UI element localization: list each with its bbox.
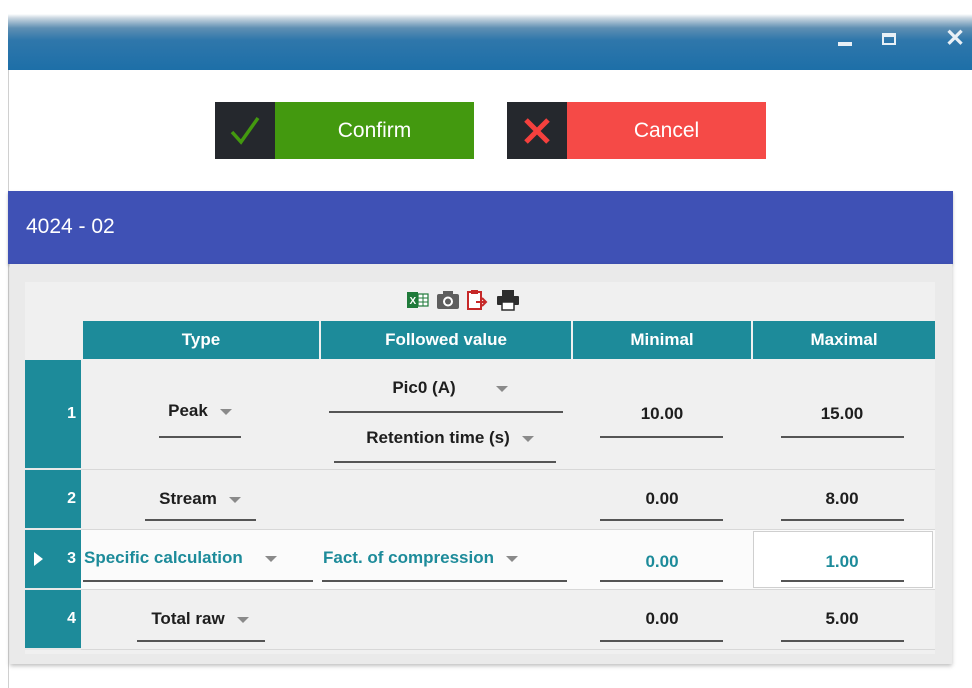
column-header-maximal[interactable]: Maximal [753, 321, 935, 359]
svg-text:X: X [410, 296, 417, 307]
field-underline [322, 580, 567, 582]
dialog-window: ✕ Confirm Cancel 4024 - 02 X Type Follow… [0, 0, 972, 688]
panel-header: 4024 - 02 [8, 191, 953, 264]
panel-title: 4024 - 02 [26, 215, 115, 238]
minimal-input[interactable]: 0.00 [600, 603, 724, 635]
row-number[interactable]: 1 [25, 360, 81, 470]
retention-dropdown[interactable]: Retention time (s) [330, 422, 570, 454]
chevron-down-icon [264, 556, 277, 562]
checkmark-icon [215, 102, 275, 159]
followed-value-dropdown[interactable]: Fact. of compression [321, 542, 571, 574]
field-underline [781, 580, 904, 582]
grid-toolbar: X [405, 287, 521, 313]
chevron-down-icon [505, 556, 518, 562]
type-dropdown[interactable]: Peak [130, 395, 270, 427]
type-value: Total raw [151, 609, 225, 628]
field-underline [145, 519, 256, 521]
field-underline [600, 640, 723, 642]
excel-export-icon[interactable]: X [405, 287, 431, 313]
field-underline [334, 461, 556, 463]
maximal-input[interactable]: 1.00 [780, 546, 904, 578]
minimal-input[interactable]: 0.00 [600, 483, 724, 515]
maximal-input[interactable]: 5.00 [780, 603, 904, 635]
row-number-label: 3 [67, 550, 76, 567]
chevron-down-icon [219, 409, 232, 415]
minimize-icon[interactable] [832, 26, 858, 52]
row-number[interactable]: 4 [25, 590, 81, 650]
field-underline [83, 580, 313, 582]
x-icon [507, 102, 567, 159]
window-border [8, 70, 9, 688]
field-underline [600, 436, 723, 438]
field-underline [329, 411, 563, 413]
row-selector-arrow-icon [34, 552, 43, 566]
clipboard-export-icon[interactable] [465, 287, 491, 313]
field-underline [600, 519, 723, 521]
cancel-label: Cancel [567, 102, 766, 159]
title-bar: ✕ [8, 0, 972, 70]
confirm-button[interactable]: Confirm [215, 102, 474, 159]
cancel-button[interactable]: Cancel [507, 102, 766, 159]
maximal-input[interactable]: 15.00 [780, 398, 904, 430]
type-dropdown[interactable]: Specific calculation [81, 542, 321, 574]
column-header-minimal[interactable]: Minimal [573, 321, 751, 359]
type-value: Specific calculation [84, 548, 243, 567]
field-underline [137, 640, 265, 642]
retention-value: Retention time (s) [366, 428, 510, 447]
chevron-down-icon [228, 497, 241, 503]
chevron-down-icon [236, 617, 249, 623]
type-dropdown[interactable]: Stream [120, 483, 280, 515]
field-underline [781, 640, 904, 642]
maximize-icon[interactable] [876, 26, 902, 52]
minimal-input[interactable]: 10.00 [600, 398, 724, 430]
maximal-input[interactable]: 8.00 [780, 483, 904, 515]
chevron-down-icon [521, 436, 534, 442]
header-corner [25, 321, 81, 359]
followed-value-dropdown[interactable]: Pic0 (A) [330, 372, 570, 404]
field-underline [159, 436, 241, 438]
camera-icon[interactable] [435, 287, 461, 313]
close-icon[interactable]: ✕ [942, 26, 968, 52]
row-number[interactable]: 3 [25, 530, 81, 590]
field-underline [781, 436, 904, 438]
followed-value: Pic0 (A) [392, 378, 456, 397]
row-number[interactable]: 2 [25, 470, 81, 530]
field-underline [600, 580, 723, 582]
chevron-down-icon [495, 386, 508, 392]
followed-value: Fact. of compression [323, 548, 494, 567]
column-header-type[interactable]: Type [83, 321, 319, 359]
type-dropdown[interactable]: Total raw [120, 603, 280, 635]
confirm-label: Confirm [275, 102, 474, 159]
field-underline [781, 519, 904, 521]
type-value: Stream [159, 489, 217, 508]
column-header-followed-value[interactable]: Followed value [321, 321, 571, 359]
minimal-input[interactable]: 0.00 [600, 546, 724, 578]
type-value: Peak [168, 401, 208, 420]
print-icon[interactable] [495, 287, 521, 313]
